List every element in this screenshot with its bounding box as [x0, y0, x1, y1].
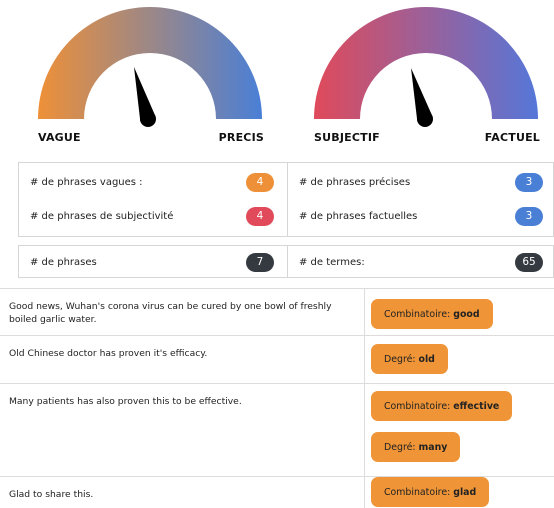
stat-label: # de phrases de subjectivité — [30, 210, 174, 222]
gauge-needle-hub — [417, 111, 433, 127]
gauge-left-label: VAGUE — [38, 131, 81, 144]
stat-vague: # de phrases vagues : 4 — [30, 172, 274, 192]
sentence-text: Many patients has also proven this to be… — [9, 396, 242, 407]
column-divider — [364, 289, 365, 335]
vague-precis-gauge: VAGUE PRECIS — [30, 0, 270, 150]
tag-prefix: Combinatoire: — [384, 308, 451, 320]
gauges-panel: VAGUE PRECIS SUBJECTIF FACTUEL — [0, 0, 554, 150]
column-divider — [364, 477, 365, 508]
term-tag[interactable]: Combinatoire: good — [371, 299, 493, 329]
stat-label: # de termes: — [299, 256, 365, 268]
count-badge: 3 — [515, 206, 543, 226]
gauge-right-label: FACTUEL — [484, 131, 540, 144]
gauge-needle-hub — [140, 111, 156, 127]
term-tag[interactable]: Degré: old — [371, 344, 448, 374]
stat-label: # de phrases vagues : — [30, 176, 143, 188]
count-badge: 7 — [246, 252, 274, 272]
tag-prefix: Degré: — [384, 353, 416, 365]
table-row: Many patients has also proven this to be… — [0, 383, 554, 476]
tag-term: many — [418, 441, 448, 453]
sentence-text: Old Chinese doctor has proven it's effic… — [9, 348, 208, 359]
stat-factual: # de phrases factuelles 3 — [299, 206, 543, 226]
table-row: Old Chinese doctor has proven it's effic… — [0, 335, 554, 383]
gauge-graphic — [38, 7, 262, 127]
stat-label: # de phrases — [30, 256, 97, 268]
count-badge: 4 — [246, 206, 274, 226]
subjectif-factuel-gauge: SUBJECTIF FACTUEL — [306, 0, 546, 150]
stat-sentences: # de phrases 7 — [30, 252, 274, 272]
count-badge: 65 — [515, 252, 543, 272]
term-tag[interactable]: Combinatoire: effective — [371, 391, 513, 421]
tag-prefix: Combinatoire: — [384, 486, 451, 498]
tag-term: good — [453, 308, 480, 320]
stat-label: # de phrases factuelles — [299, 210, 418, 222]
stat-subjective: # de phrases de subjectivité 4 — [30, 206, 274, 226]
count-badge: 3 — [515, 172, 543, 192]
gauge-left-label: SUBJECTIF — [314, 131, 380, 144]
stat-label: # de phrases précises — [299, 176, 411, 188]
stat-precise: # de phrases précises 3 — [299, 172, 543, 192]
term-tag[interactable]: Degré: many — [371, 432, 461, 462]
tag-term: old — [418, 353, 435, 365]
term-tag[interactable]: Combinatoire: glad — [371, 477, 490, 507]
tag-term: effective — [453, 400, 500, 412]
stat-terms: # de termes: 65 — [299, 252, 543, 272]
gauge-arc — [38, 7, 262, 119]
tag-prefix: Combinatoire: — [384, 400, 451, 412]
gauge-graphic — [314, 7, 538, 127]
sentence-text: Good news, Wuhan's corona virus can be c… — [9, 301, 332, 325]
column-divider — [364, 384, 365, 476]
table-row: Good news, Wuhan's corona virus can be c… — [0, 288, 554, 335]
count-badge: 4 — [246, 172, 274, 192]
tag-prefix: Degré: — [384, 441, 416, 453]
column-divider — [364, 336, 365, 383]
gauge-right-label: PRECIS — [218, 131, 264, 144]
table-row: Glad to share this. Combinatoire: glad — [0, 476, 554, 508]
tag-term: glad — [453, 486, 477, 498]
sentence-text: Glad to share this. — [9, 489, 94, 500]
